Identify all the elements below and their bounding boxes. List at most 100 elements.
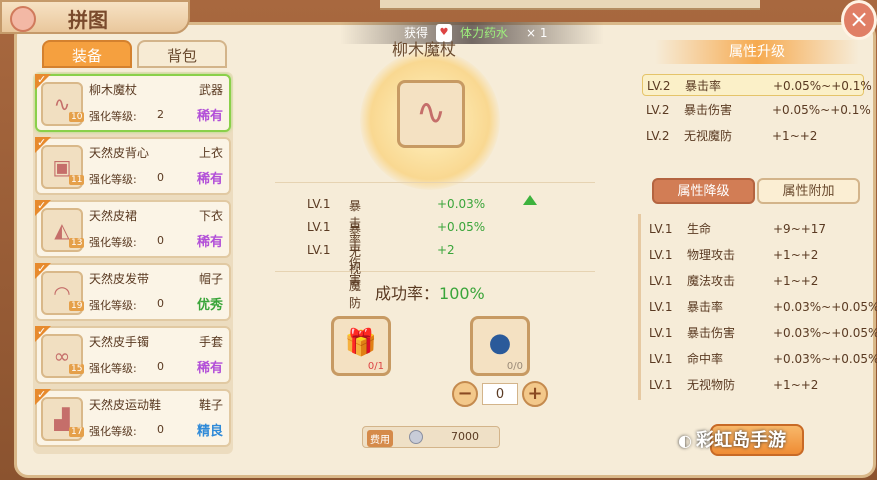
success-value: 100% xyxy=(439,284,485,303)
obtained-count: × 1 xyxy=(526,26,548,40)
bonus-value: +0.03%~+0.05% xyxy=(773,300,877,314)
obtained-item-name: 体力药水 xyxy=(460,26,509,40)
item-level: 11 xyxy=(69,175,85,185)
upgrade-level: LV.2 xyxy=(646,129,670,143)
bonus-list: LV.1 生命 +9~+17 LV.1 物理攻击 +1~+2 LV.1 魔法攻击 +1~+2 LV… xyxy=(638,214,877,400)
tab-attribute-downgrade[interactable]: 属性降级 xyxy=(652,178,755,204)
bonus-level: LV.1 xyxy=(649,248,673,262)
item-level: 17 xyxy=(69,427,85,437)
enhance-label: 强化等级: xyxy=(89,425,137,438)
bonus-row: LV.1 暴击伤害 +0.03%~+0.05% xyxy=(647,322,877,344)
plus-button[interactable]: + xyxy=(522,381,548,407)
stat-value: +0.05% xyxy=(437,220,486,234)
bonus-name: 无视物防 xyxy=(687,378,736,392)
bonus-name: 命中率 xyxy=(687,352,724,366)
equipment-item[interactable]: ✓ ∿ 10 柳木魔杖 武器 强化等级: 2 稀有 xyxy=(35,73,231,132)
item-slot: 鞋子 xyxy=(198,398,223,412)
material-count: 0/0 xyxy=(506,361,523,372)
attribute-tabs: 属性降级 属性附加 xyxy=(652,178,860,204)
equipment-item[interactable]: ✓ ◠ 19 天然皮发带 帽子 强化等级: 0 优秀 xyxy=(35,262,231,321)
rarity-label: 稀有 xyxy=(196,235,223,250)
item-name: 天然皮裙 xyxy=(89,209,138,223)
upgrade-value: +0.05%~+0.1% xyxy=(772,103,871,117)
item-slot: 上衣 xyxy=(198,146,223,160)
item-slot: 武器 xyxy=(198,83,223,97)
rarity-label: 稀有 xyxy=(196,109,223,124)
enhance-label: 强化等级: xyxy=(89,362,137,375)
bonus-level: LV.1 xyxy=(649,274,673,288)
gift-box-icon: 🎁 xyxy=(344,328,378,358)
bonus-level: LV.1 xyxy=(649,222,673,236)
bonus-row: LV.1 命中率 +0.03%~+0.05% xyxy=(647,348,877,370)
upgrade-level: LV.2 xyxy=(646,103,670,117)
item-slot: 帽子 xyxy=(198,272,223,286)
enhance-label: 强化等级: xyxy=(89,173,137,186)
bonus-level: LV.1 xyxy=(649,378,673,392)
cost-display: 费用 7000 xyxy=(362,426,500,448)
stepper-value[interactable]: 0 xyxy=(482,383,518,405)
material-slot-gift[interactable]: 🎁 0/1 xyxy=(331,316,391,376)
upgrade-name: 暴击伤害 xyxy=(684,103,733,117)
tab-equip[interactable]: 装备 xyxy=(42,40,132,68)
stat-level: LV.1 xyxy=(307,197,331,211)
enhance-label: 强化等级: xyxy=(89,236,137,249)
bonus-level: LV.1 xyxy=(649,326,673,340)
rarity-label: 精良 xyxy=(196,424,223,439)
stat-name: 无视魔防 xyxy=(349,245,362,310)
success-rate: 成功率：100% xyxy=(375,280,485,304)
bonus-value: +1~+2 xyxy=(773,274,819,288)
upgrade-level: LV.2 xyxy=(647,79,671,93)
bonus-name: 生命 xyxy=(687,222,712,236)
equipment-item[interactable]: ✓ ▟ 17 天然皮运动鞋 鞋子 强化等级: 0 精良 xyxy=(35,388,231,447)
weapon-title: 柳木魔杖 xyxy=(392,40,457,59)
enhance-value: 0 xyxy=(157,171,164,184)
upgrade-row: LV.2 无视魔防 +1~+2 xyxy=(642,125,864,147)
item-name: 天然皮手镯 xyxy=(89,335,150,349)
rarity-label: 稀有 xyxy=(196,361,223,376)
title-tab: 拼图 xyxy=(0,0,190,34)
bonus-row: LV.1 魔法攻击 +1~+2 xyxy=(647,270,877,292)
item-name: 天然皮背心 xyxy=(89,146,150,160)
item-level: 13 xyxy=(69,238,85,248)
item-name: 柳木魔杖 xyxy=(89,83,138,97)
close-button[interactable]: × xyxy=(841,0,877,40)
material-slot-orb[interactable]: ● 0/0 xyxy=(470,316,530,376)
bonus-level: LV.1 xyxy=(649,352,673,366)
stat-level: LV.1 xyxy=(307,220,331,234)
bonus-row: LV.1 生命 +9~+17 xyxy=(647,218,877,240)
item-level: 19 xyxy=(69,301,85,311)
cost-value: 7000 xyxy=(451,430,479,443)
equipment-item[interactable]: ✓ ∞ 15 天然皮手镯 手套 强化等级: 0 稀有 xyxy=(35,325,231,384)
tab-bag[interactable]: 背包 xyxy=(137,40,227,68)
minus-button[interactable]: − xyxy=(452,381,478,407)
bonus-value: +0.03%~+0.05% xyxy=(773,352,877,366)
upgrade-list: LV.2 暴击率 +0.05%~+0.1% LV.2 暴击伤害 +0.05%~+… xyxy=(638,70,872,154)
enhance-value: 0 xyxy=(157,360,164,373)
bonus-name: 暴击伤害 xyxy=(687,326,736,340)
item-name: 天然皮运动鞋 xyxy=(89,398,162,412)
upgrade-value: +0.05%~+0.1% xyxy=(773,79,872,93)
item-slot: 手套 xyxy=(198,335,223,349)
tab-attribute-bonus[interactable]: 属性附加 xyxy=(757,178,860,204)
success-label: 成功率： xyxy=(375,284,440,303)
upgrade-name: 暴击率 xyxy=(685,79,722,93)
equipment-item[interactable]: ✓ ◭ 13 天然皮裙 下衣 强化等级: 0 稀有 xyxy=(35,199,231,258)
quantity-stepper: − 0 + xyxy=(452,380,548,408)
page-title: 拼图 xyxy=(68,8,108,32)
equipment-item[interactable]: ✓ ▣ 11 天然皮背心 上衣 强化等级: 0 稀有 xyxy=(35,136,231,195)
bonus-value: +0.03%~+0.05% xyxy=(773,326,877,340)
upgrade-title: 属性升级 xyxy=(655,40,859,64)
blue-orb-icon: ● xyxy=(488,328,512,358)
bonus-row: LV.1 暴击率 +0.03%~+0.05% xyxy=(647,296,877,318)
item-name: 天然皮发带 xyxy=(89,272,150,286)
bonus-row: LV.1 无视物防 +1~+2 xyxy=(647,374,877,396)
up-arrow-icon xyxy=(523,195,537,205)
rarity-label: 稀有 xyxy=(196,172,223,187)
bonus-row: LV.1 物理攻击 +1~+2 xyxy=(647,244,877,266)
item-slot: 下衣 xyxy=(198,209,223,223)
coin-icon xyxy=(409,430,423,444)
bonus-value: +1~+2 xyxy=(773,248,819,262)
bonus-level: LV.1 xyxy=(649,300,673,314)
rarity-label: 优秀 xyxy=(196,298,223,313)
enhance-value: 2 xyxy=(157,108,164,121)
